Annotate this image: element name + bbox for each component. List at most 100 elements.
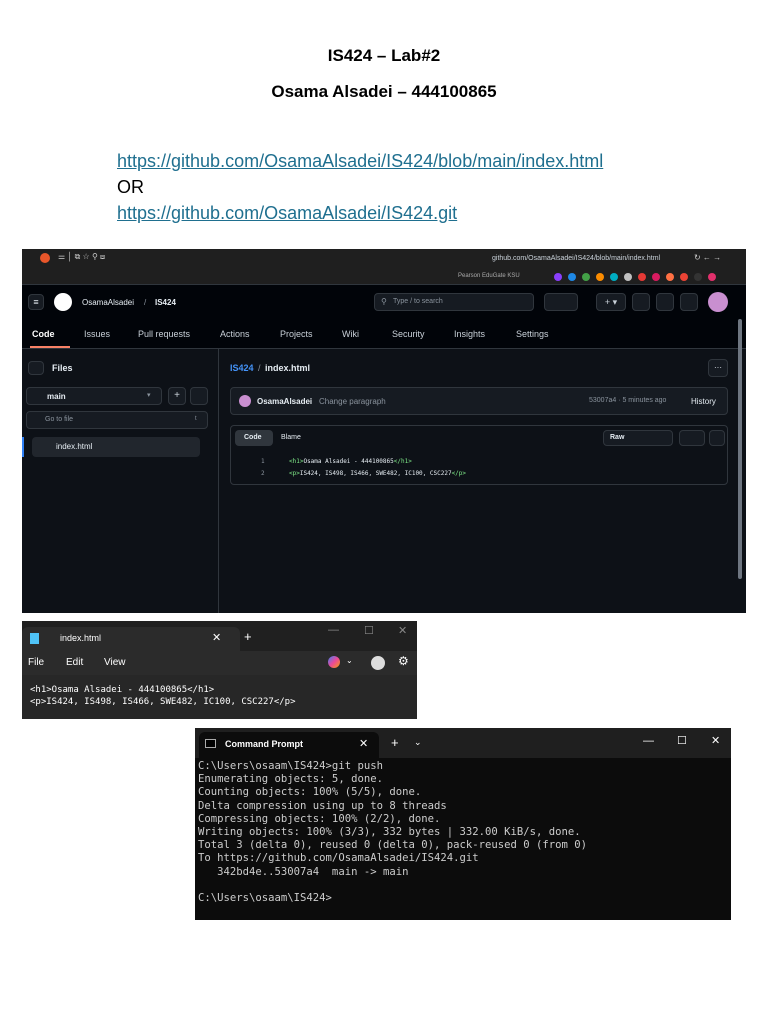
go-to-file-placeholder: Go to file (45, 416, 74, 423)
github-repo-link[interactable]: https://github.com/OsamaAlsadei/IS424.gi… (117, 203, 457, 224)
code-tag-open: <h1> (289, 458, 304, 465)
notepad-editor[interactable]: <h1>Osama Alsadei - 444100865</h1> <p>IS… (22, 675, 417, 719)
commit-author[interactable]: OsamaAlsadei (257, 397, 312, 406)
branch-selector[interactable]: main ▾ (26, 387, 162, 405)
tab-code-view-label: Code (244, 434, 262, 441)
close-window-icon[interactable]: ✕ (398, 624, 407, 637)
close-tab-icon[interactable]: ✕ (359, 737, 368, 750)
cmd-tab-title: Command Prompt (225, 739, 304, 749)
maximize-icon[interactable]: ☐ (364, 624, 374, 637)
github-logo-icon[interactable] (54, 293, 72, 311)
create-new-button[interactable]: + ▾ (596, 293, 626, 311)
notepad-titlebar: index.html ✕ + — ☐ ✕ (22, 621, 417, 651)
extension-icon[interactable] (694, 273, 702, 281)
code-text: Osama Alsadei - 444100865 (303, 458, 394, 465)
code-text: IS424, IS498, IS466, SWE482, IC100, CSC2… (299, 470, 452, 477)
terminal-line: C:\Users\osaam\IS424> (198, 892, 332, 905)
repo-link[interactable]: IS424 (155, 298, 176, 307)
extension-icon[interactable] (582, 273, 590, 281)
path-separator: / (144, 298, 147, 307)
cmd-tab[interactable]: Command Prompt ✕ (199, 732, 379, 758)
menu-edit[interactable]: Edit (66, 657, 83, 668)
history-button[interactable]: History (691, 397, 716, 406)
collapse-sidebar-icon[interactable] (28, 361, 44, 375)
notepad-menubar: File Edit View ⌄ ⚙ (22, 651, 417, 675)
file-item-index-html[interactable]: index.html (32, 437, 200, 457)
search-files-button[interactable] (190, 387, 208, 405)
latest-commit-bar: OsamaAlsadei Change paragraph 53007a4 · … (230, 387, 728, 415)
tab-wiki[interactable]: Wiki (342, 329, 359, 339)
extension-icon[interactable] (652, 273, 660, 281)
minimize-icon[interactable]: — (643, 735, 654, 747)
tab-issues[interactable]: Issues (84, 329, 110, 339)
settings-gear-icon[interactable]: ⚙ (398, 654, 409, 668)
tab-code-view[interactable]: Code (235, 430, 273, 446)
menu-file[interactable]: File (28, 657, 44, 668)
maximize-icon[interactable]: ☐ (677, 734, 687, 747)
scrollbar[interactable] (738, 319, 742, 579)
go-to-file-input[interactable]: Go to file t (26, 411, 208, 429)
add-file-button[interactable]: + (168, 387, 186, 405)
chevron-down-icon[interactable]: ⌄ (346, 656, 353, 665)
extension-icon[interactable] (554, 273, 562, 281)
code-tag-open: <p> (289, 470, 300, 477)
terminal-line: Total 3 (delta 0), reused 0 (delta 0), p… (198, 839, 588, 852)
copilot-button[interactable] (544, 293, 578, 311)
more-options-button[interactable]: ··· (708, 359, 728, 377)
tab-actions[interactable]: Actions (220, 329, 250, 339)
pull-requests-icon[interactable] (656, 293, 674, 311)
account-icon[interactable] (371, 656, 385, 670)
code-line-1: <h1>Osama Alsadei - 444100865</h1> (289, 458, 412, 465)
extension-icon[interactable] (596, 273, 604, 281)
tab-security[interactable]: Security (392, 329, 425, 339)
menu-icon[interactable]: ≡ (28, 294, 44, 310)
extension-icon[interactable] (624, 273, 632, 281)
extension-icon[interactable] (708, 273, 716, 281)
raw-toolbar: Raw (603, 430, 673, 446)
extension-icon[interactable] (666, 273, 674, 281)
close-tab-icon[interactable]: ✕ (212, 631, 221, 644)
avatar[interactable] (708, 292, 728, 312)
extension-icon[interactable] (680, 273, 688, 281)
tab-insights[interactable]: Insights (454, 329, 485, 339)
tab-pull-requests[interactable]: Pull requests (138, 329, 190, 339)
breadcrumb-repo[interactable]: IS424 (230, 363, 254, 373)
tab-code[interactable]: Code (32, 329, 55, 339)
new-tab-icon[interactable]: + (391, 735, 399, 750)
address-bar[interactable]: github.com/OsamaAlsadei/IS424/blob/main/… (492, 255, 660, 262)
commit-message[interactable]: Change paragraph (319, 397, 386, 406)
branch-name: main (47, 392, 66, 401)
symbols-button[interactable] (709, 430, 725, 446)
copilot-icon[interactable] (328, 656, 340, 668)
cmd-titlebar: Command Prompt ✕ + ⌄ — ☐ ✕ (195, 728, 731, 758)
terminal-output[interactable]: C:\Users\osaam\IS424>git push Enumeratin… (198, 760, 587, 905)
github-file-link[interactable]: https://github.com/OsamaAlsadei/IS424/bl… (117, 151, 603, 172)
terminal-line: Compressing objects: 100% (2/2), done. (198, 812, 441, 825)
active-tab-indicator (30, 346, 70, 348)
tab-projects[interactable]: Projects (280, 329, 313, 339)
raw-button[interactable]: Raw (610, 434, 624, 441)
issues-icon[interactable] (632, 293, 650, 311)
close-window-icon[interactable]: ✕ (711, 734, 720, 747)
chevron-down-icon[interactable]: ⌄ (414, 737, 422, 748)
extension-icon[interactable] (638, 273, 646, 281)
owner-link[interactable]: OsamaAlsadei (82, 298, 134, 307)
menu-view[interactable]: View (104, 657, 126, 668)
nav-arrows-icon[interactable]: ↻ ← → (694, 253, 721, 262)
extension-icon[interactable] (568, 273, 576, 281)
extension-icon[interactable] (610, 273, 618, 281)
tab-blame[interactable]: Blame (281, 434, 301, 441)
notepad-tab[interactable]: index.html ✕ (22, 627, 240, 651)
inbox-icon[interactable] (680, 293, 698, 311)
file-view: IS424 / index.html ··· OsamaAlsadei Chan… (220, 319, 746, 613)
notepad-window: index.html ✕ + — ☐ ✕ File Edit View ⌄ ⚙ … (22, 621, 417, 719)
new-tab-icon[interactable]: + (244, 629, 252, 644)
browser-chrome: ⚌ │ ⧉ ☆ ⚲ ⧈ github.com/OsamaAlsadei/IS42… (22, 249, 746, 285)
terminal-line: 342bd4e..53007a4 main -> main (198, 865, 409, 878)
code-line-2: <p>IS424, IS498, IS466, SWE482, IC100, C… (289, 470, 466, 477)
edit-button[interactable] (679, 430, 705, 446)
search-box[interactable]: ⚲ Type / to search (374, 293, 534, 311)
minimize-icon[interactable]: — (328, 624, 339, 636)
notepad-line-2: <p>IS424, IS498, IS466, SWE482, IC100, C… (30, 697, 296, 707)
tab-settings[interactable]: Settings (516, 329, 549, 339)
